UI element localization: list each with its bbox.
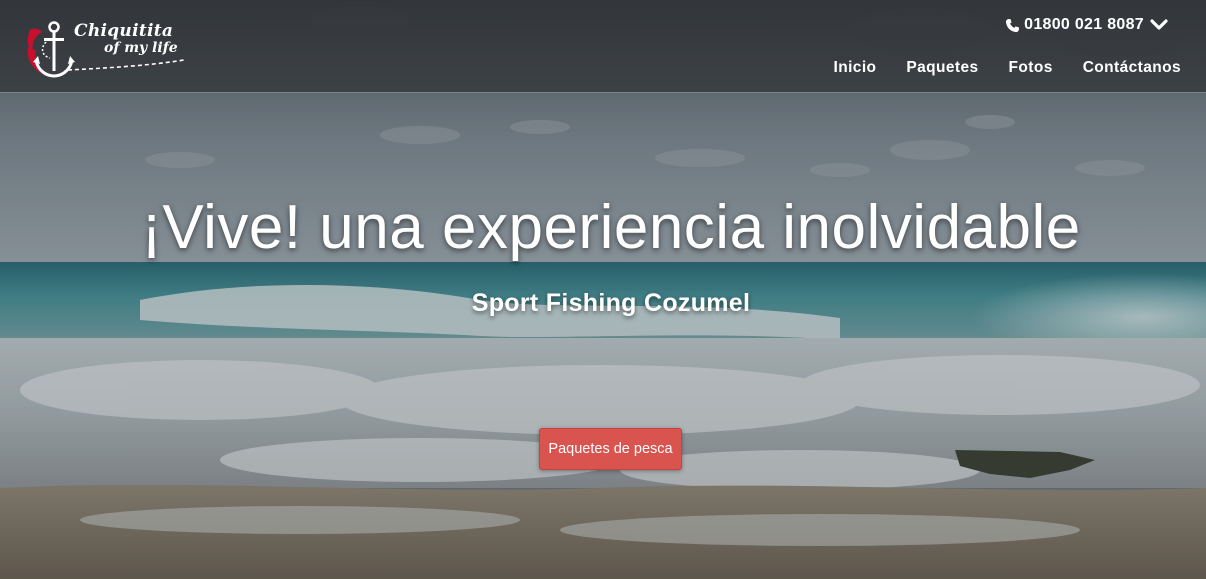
hero-title: ¡Vive! una experiencia inolvidable [141,193,1081,262]
brand-name-line1: Chiquitita [74,21,174,41]
main-nav: Inicio Paquetes Fotos Contáctanos [804,59,1181,77]
chevron-down-icon [1150,19,1168,30]
phone-number: 01800 021 8087 [1024,16,1144,33]
phone-dropdown[interactable]: 01800 021 8087 [1005,16,1168,34]
nav-item-inicio[interactable]: Inicio [834,59,877,77]
fishing-packages-button[interactable]: Paquetes de pesca [539,428,682,470]
nav-item-paquetes[interactable]: Paquetes [906,59,978,77]
page: Chiquitita of my life 01800 021 8087 Ini… [0,0,1206,579]
logo-dashed-line [67,59,185,71]
brand-name-line2: of my life [104,40,178,56]
hero-subtitle: Sport Fishing Cozumel [471,289,751,317]
nav-item-contactanos[interactable]: Contáctanos [1083,59,1181,77]
nav-item-fotos[interactable]: Fotos [1009,59,1053,77]
brand-logo[interactable]: Chiquitita of my life [24,18,194,82]
phone-icon [1006,18,1020,32]
site-header: Chiquitita of my life 01800 021 8087 Ini… [0,0,1206,93]
